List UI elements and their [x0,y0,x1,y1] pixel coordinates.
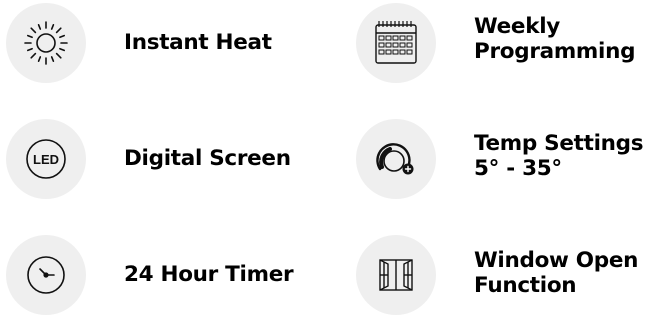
feature-label-line: Temp Settings [474,131,644,156]
led-icon: LED [6,119,86,199]
feature-label-line: 5° - 35° [474,156,562,181]
sun-icon [6,3,86,83]
feature-label: Temp Settings 5° - 35° [474,131,644,181]
clock-icon [6,235,86,315]
feature-label-line: Window Open [474,248,639,273]
feature-label: 24 Hour Timer [124,262,294,287]
calendar-icon [356,3,436,83]
feature-label-line: Instant Heat [124,30,272,55]
feature-label-line: Programming [474,39,636,64]
feature-label: Window Open Function [474,248,638,298]
led-icon-text: LED [33,152,59,167]
feature-label-line: Digital Screen [124,146,291,171]
feature-label: Instant Heat [124,30,272,55]
feature-label-line: Weekly [474,14,560,39]
feature-label: Weekly Programming [474,14,636,64]
window-icon [356,235,436,315]
feature-label: Digital Screen [124,146,291,171]
temperature-dial-icon [356,119,436,199]
feature-label-line: 24 Hour Timer [124,262,294,287]
feature-label-line: Function [474,273,577,298]
